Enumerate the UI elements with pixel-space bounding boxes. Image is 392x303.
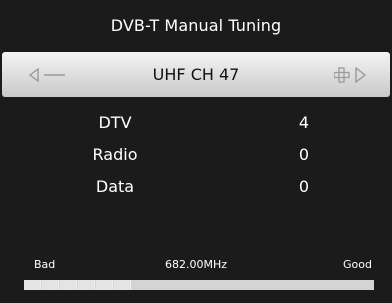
signal-strength-bar: [24, 280, 374, 290]
signal-segment: [24, 280, 41, 290]
row-data: Data 0: [0, 172, 392, 202]
row-value: 4: [298, 113, 310, 132]
row-radio: Radio 0: [0, 140, 392, 170]
row-value: 0: [298, 177, 310, 196]
signal-segment: [96, 280, 113, 290]
channel-name: UHF CH 47: [152, 65, 240, 84]
signal-segment: [42, 280, 59, 290]
signal-segment: [78, 280, 95, 290]
row-label: DTV: [98, 113, 132, 132]
signal-segment: [114, 280, 131, 290]
channel-selector[interactable]: UHF CH 47: [2, 52, 390, 97]
row-value: 0: [298, 145, 310, 164]
row-label: Data: [95, 177, 135, 196]
signal-good-label: Good: [343, 258, 372, 271]
row-dtv: DTV 4: [0, 108, 392, 138]
frequency-label: 682.00MHz: [164, 258, 228, 271]
page-title: DVB-T Manual Tuning: [110, 16, 282, 35]
tuning-panel: DVB-T Manual Tuning UHF CH 47 DTV 4 Radi…: [0, 0, 392, 303]
signal-segment: [60, 280, 77, 290]
signal-strength-fill: [24, 280, 133, 290]
plus-right-arrow-icon[interactable]: [334, 67, 370, 83]
row-label: Radio: [92, 145, 138, 164]
